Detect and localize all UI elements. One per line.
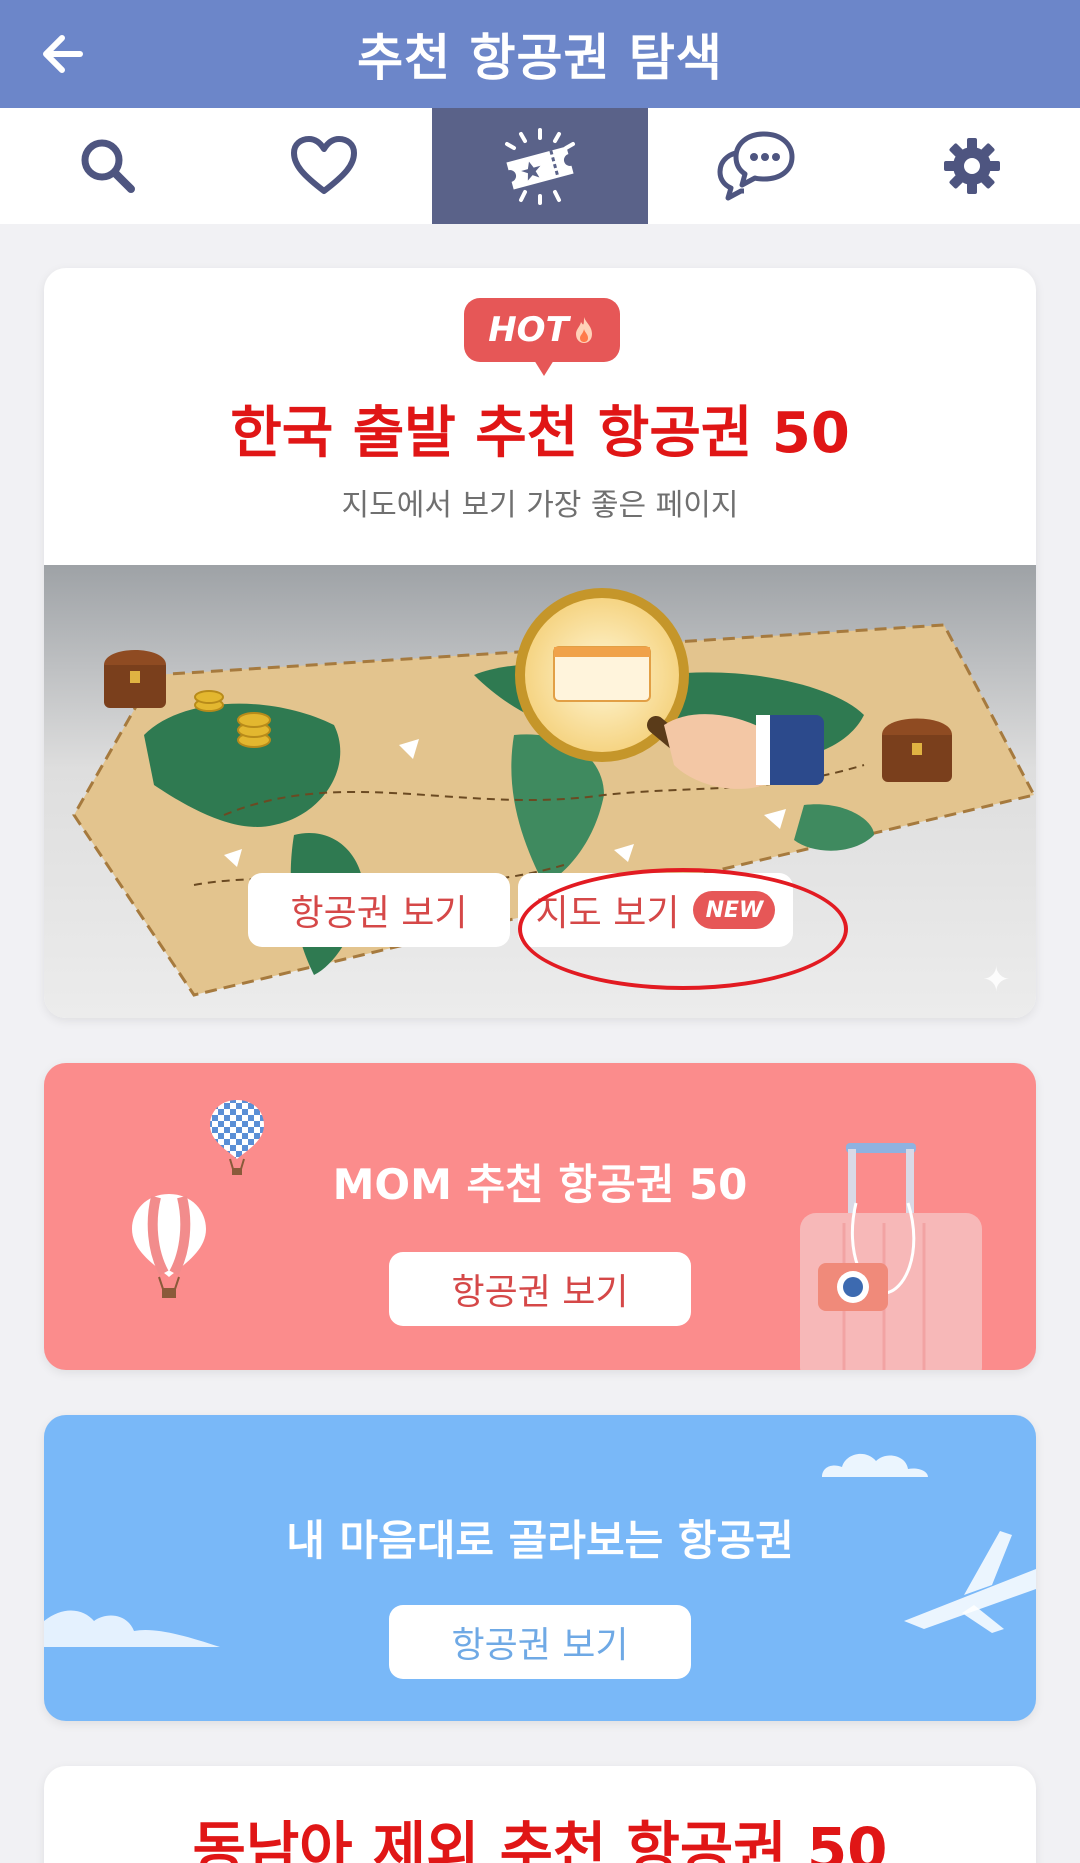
tab-bar [0,108,1080,224]
hot-badge: HOT [464,298,620,376]
fire-icon [575,317,592,343]
mom-view-tickets-button[interactable]: 항공권 보기 [389,1252,691,1326]
ticket-star-icon [505,128,575,205]
custom-pick-card: 내 마음대로 골라보는 항공권 항공권 보기 [44,1415,1036,1721]
chat-bubbles-icon [717,131,795,201]
tab-recommended-tickets[interactable] [432,108,648,224]
tab-chat[interactable] [648,108,864,224]
app-header: 추천 항공권 탐색 [0,0,1080,108]
featured-subtitle: 지도에서 보기 가장 좋은 페이지 [341,488,739,523]
mom-recommend-card: MOM 추천 항공권 50 항공권 보기 [44,1063,1036,1370]
hot-badge-label: HOT [488,310,569,350]
back-button[interactable] [30,22,94,86]
tab-search[interactable] [0,108,216,224]
cloud-icon [822,1453,928,1477]
mom-card-title: MOM 추천 항공권 50 [332,1160,748,1209]
cloud-icon [44,1610,220,1647]
sea-excluded-card[interactable]: 동남아 제외 추천 항공권 50 [44,1766,1036,1863]
tab-favorites[interactable] [216,108,432,224]
search-icon [81,139,135,193]
custom-card-title: 내 마음대로 골라보는 항공권 [286,1516,794,1565]
featured-card: HOT 한국 출발 추천 항공권 50 지도에서 보기 가장 좋은 페이지 항공… [44,268,1036,1018]
tab-settings[interactable] [864,108,1080,224]
arrow-left-icon [43,35,83,73]
featured-title: 한국 출발 추천 항공권 50 [230,401,850,466]
highlight-annotation-ellipse [518,868,848,990]
heart-icon [291,136,357,194]
gear-icon [944,138,1000,194]
custom-view-tickets-button[interactable]: 항공권 보기 [389,1605,691,1679]
view-tickets-button[interactable]: 항공권 보기 [248,873,510,947]
page-title: 추천 항공권 탐색 [357,29,723,87]
sea-card-title: 동남아 제외 추천 항공권 50 [192,1815,888,1863]
sparkle-icon: ✦ [982,960,1011,1000]
